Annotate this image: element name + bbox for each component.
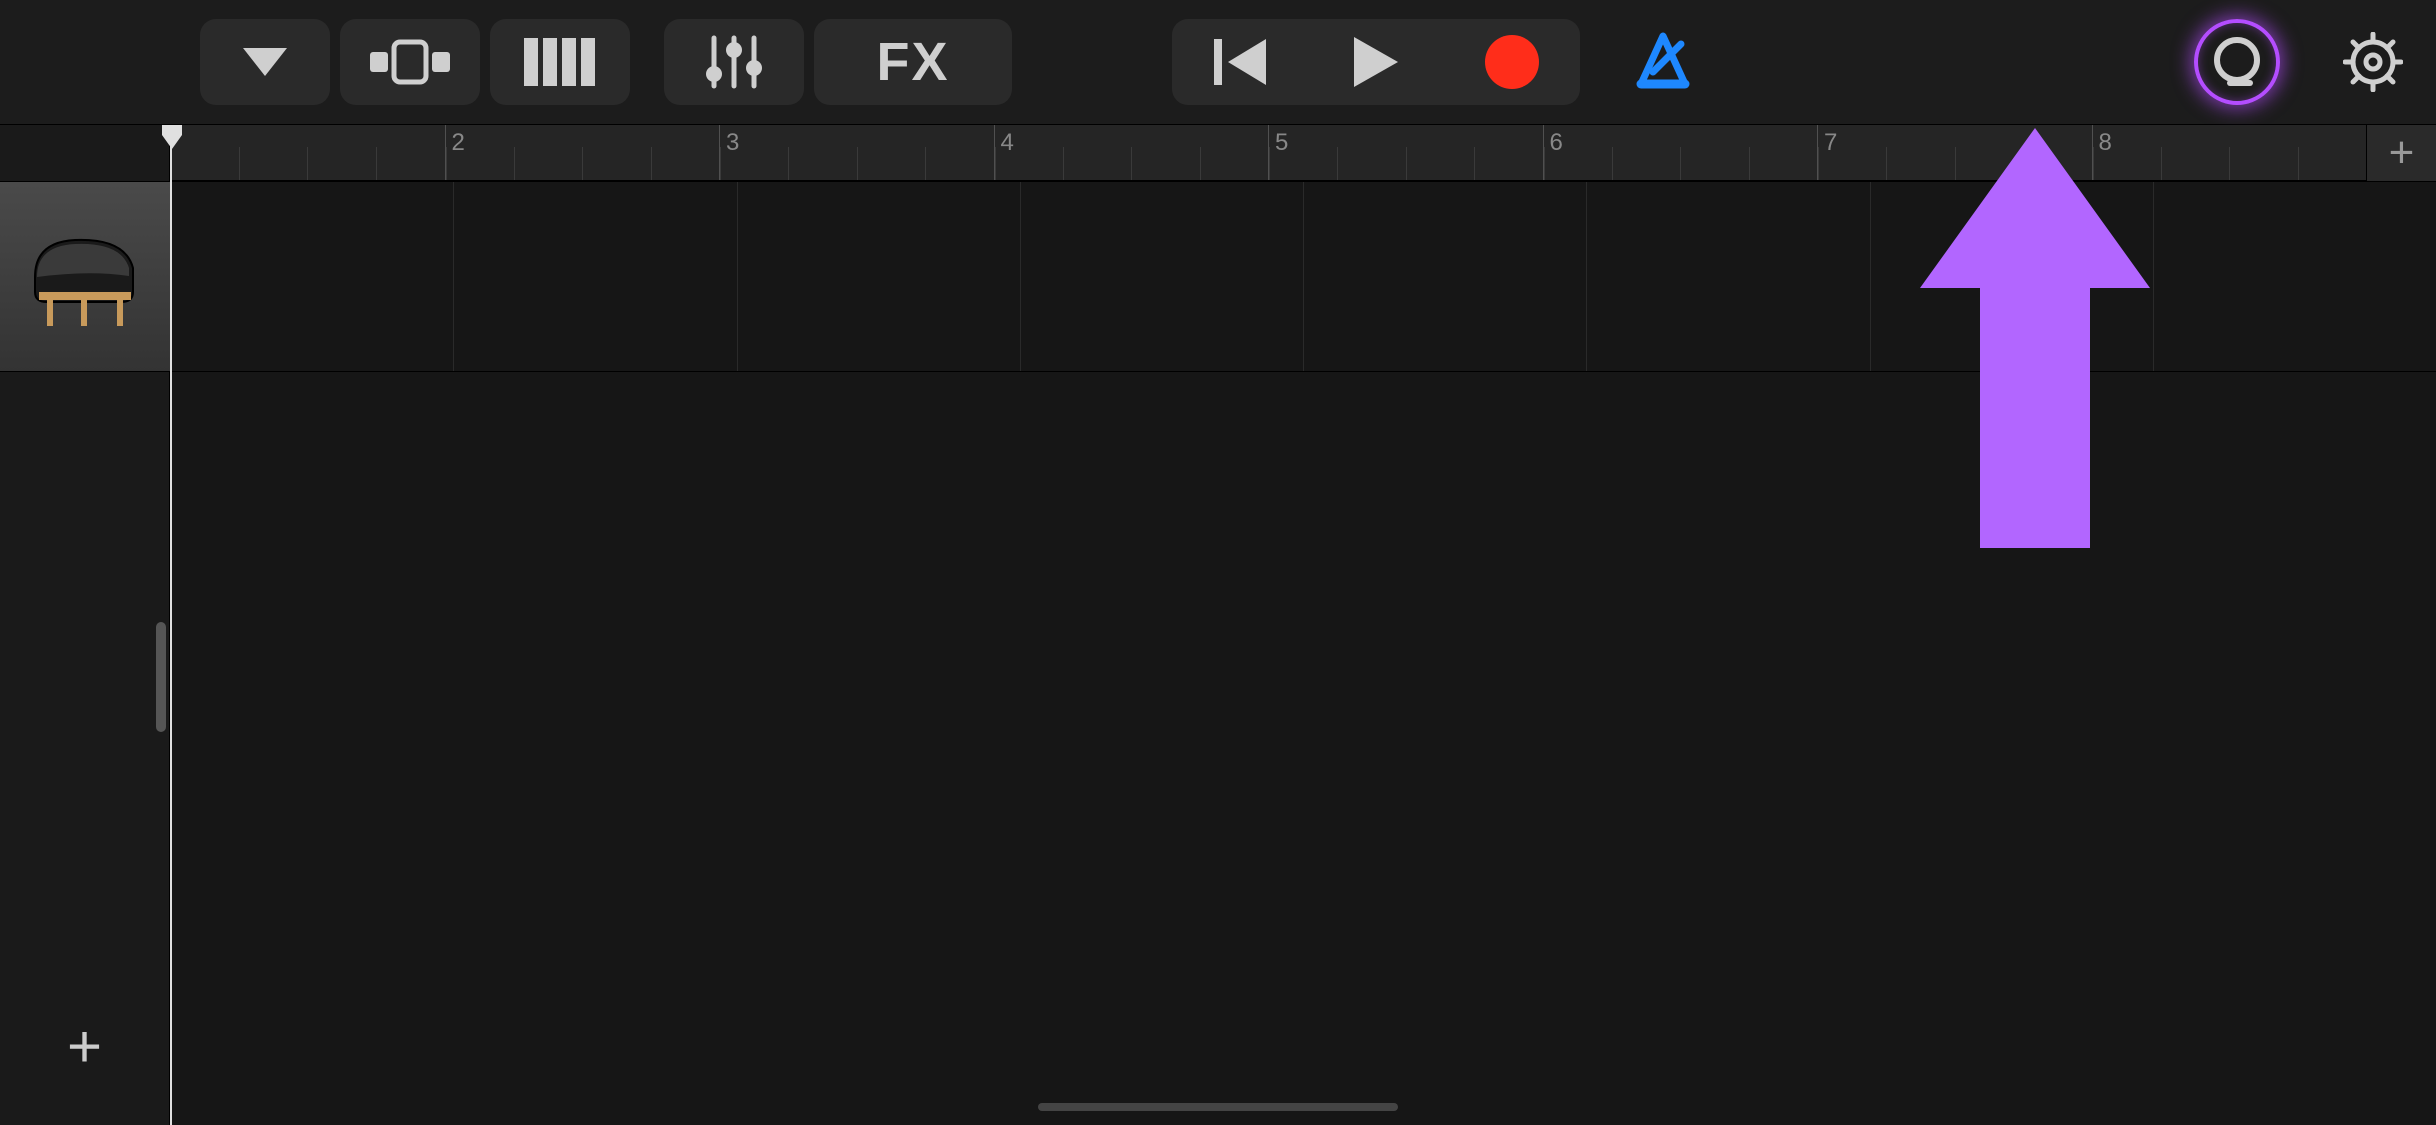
track-header-piano[interactable] <box>0 182 170 372</box>
bar-number: 5 <box>1275 129 1288 157</box>
instrument-button[interactable] <box>490 19 630 105</box>
ruler-bar[interactable]: 3 <box>719 125 994 180</box>
gear-icon <box>2343 32 2403 92</box>
tracks-icon <box>370 38 450 86</box>
keyboard-icon <box>524 38 596 86</box>
rewind-icon <box>1214 39 1266 85</box>
track-sidebar: + <box>0 182 170 1125</box>
chevron-down-icon <box>243 48 287 76</box>
play-icon <box>1354 37 1398 87</box>
metronome-icon <box>1633 32 1693 92</box>
bar-number: 3 <box>726 129 739 157</box>
ruler-bar[interactable] <box>170 125 445 180</box>
transport-controls <box>1172 19 1580 105</box>
workspace: + <box>0 182 2436 1125</box>
sliders-icon <box>702 34 766 90</box>
tracks-view-button[interactable] <box>340 19 480 105</box>
ruler-bar[interactable]: 2 <box>445 125 720 180</box>
record-button[interactable] <box>1444 19 1580 105</box>
ruler-bar[interactable]: 5 <box>1268 125 1543 180</box>
home-indicator <box>1038 1103 1398 1111</box>
add-section-label: + <box>2389 128 2415 178</box>
loop-icon <box>2210 35 2264 89</box>
play-button[interactable] <box>1308 19 1444 105</box>
song-menu-button[interactable] <box>200 19 330 105</box>
add-track-label: + <box>67 1012 102 1081</box>
playhead-marker-icon[interactable] <box>160 125 184 149</box>
add-section-button[interactable]: + <box>2366 125 2436 181</box>
fx-button[interactable]: FX <box>814 19 1012 105</box>
ruler-bar[interactable]: 8 <box>2092 125 2367 180</box>
playhead-line[interactable] <box>170 126 172 1125</box>
bar-number: 2 <box>452 129 465 157</box>
fx-label: FX <box>876 31 949 93</box>
ruler-bar[interactable]: 6 <box>1543 125 1818 180</box>
ruler-bar[interactable]: 4 <box>994 125 1269 180</box>
track-controls-button[interactable] <box>664 19 804 105</box>
settings-button[interactable] <box>2330 19 2416 105</box>
add-track-button[interactable]: + <box>0 1006 169 1086</box>
top-toolbar: FX <box>0 0 2436 125</box>
timeline-ruler[interactable]: 2 3 4 5 6 7 8 <box>170 125 2366 181</box>
go-to-beginning-button[interactable] <box>1172 19 1308 105</box>
record-icon <box>1485 35 1539 89</box>
bar-number: 4 <box>1001 129 1014 157</box>
bar-number: 6 <box>1550 129 1563 157</box>
arrangement-area[interactable] <box>170 182 2436 1125</box>
piano-icon <box>25 222 145 332</box>
bar-number: 7 <box>1824 129 1837 157</box>
vertical-scroll-indicator <box>156 622 166 732</box>
bar-number: 8 <box>2099 129 2112 157</box>
metronome-button[interactable] <box>1620 19 1706 105</box>
ruler-bar[interactable]: 7 <box>1817 125 2092 180</box>
loop-browser-button[interactable] <box>2194 19 2280 105</box>
track-lane[interactable] <box>170 182 2436 372</box>
